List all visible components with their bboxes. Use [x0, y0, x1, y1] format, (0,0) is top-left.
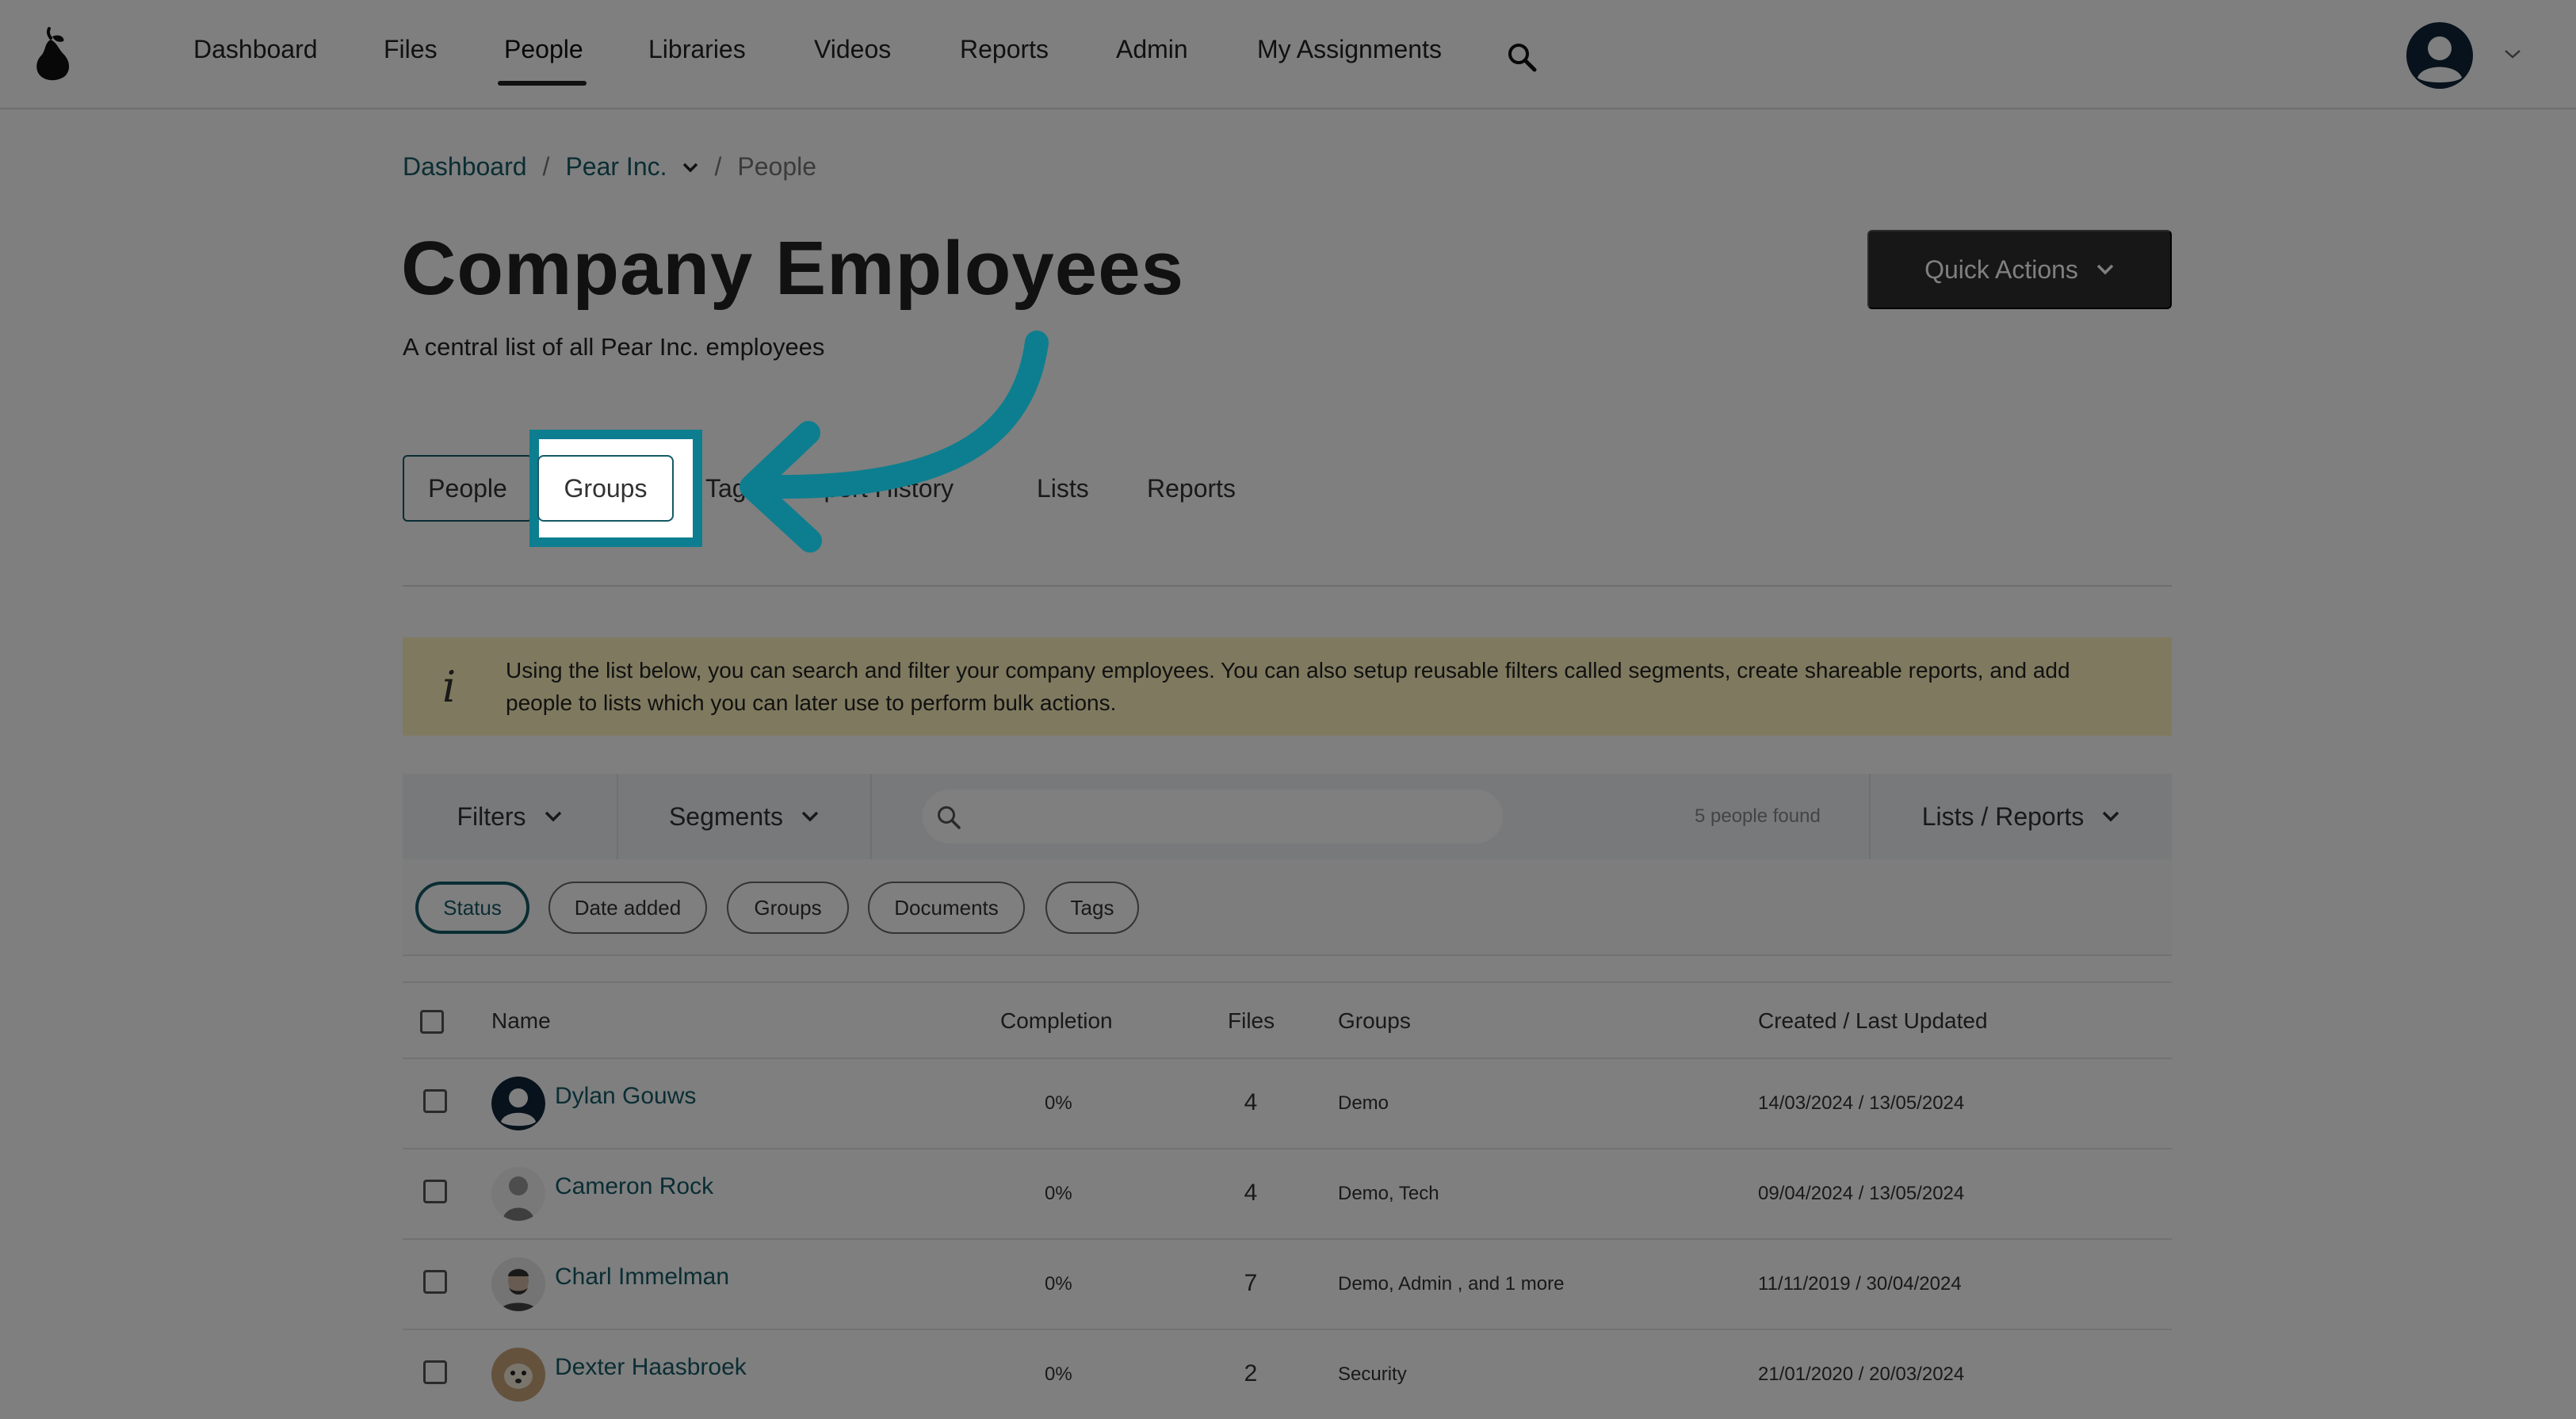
column-completion[interactable]: Completion	[1000, 1008, 1113, 1034]
dates-value: 09/04/2024 / 13/05/2024	[1758, 1183, 1965, 1204]
tab-groups[interactable]: Groups	[537, 455, 674, 522]
chevron-down-icon	[2096, 264, 2114, 275]
search-icon	[938, 806, 961, 829]
nav-dashboard[interactable]: Dashboard	[193, 35, 318, 64]
table-header: Name Completion Files Groups Created / L…	[403, 981, 2172, 1059]
pointer-arrow-icon	[740, 331, 1049, 553]
results-count: 5 people found	[1695, 805, 1821, 827]
segments-dropdown[interactable]: Segments	[618, 774, 870, 859]
person-name-link[interactable]: Charl Immelman	[555, 1264, 729, 1291]
segments-label: Segments	[668, 801, 784, 831]
select-all-checkbox[interactable]	[420, 1010, 444, 1034]
quick-actions-button[interactable]: Quick Actions	[1867, 230, 2172, 309]
chevron-down-icon	[801, 811, 819, 822]
nav-videos[interactable]: Videos	[814, 35, 891, 64]
chevron-down-icon[interactable]	[682, 162, 699, 173]
breadcrumb: Dashboard / Pear Inc. / People	[403, 152, 816, 182]
nav-reports[interactable]: Reports	[960, 35, 1049, 64]
dates-value: 14/03/2024 / 13/05/2024	[1758, 1092, 1965, 1114]
avatar-icon	[491, 1077, 545, 1130]
groups-value: Demo, Admin , and 1 more	[1338, 1273, 1565, 1295]
avatar-icon	[491, 1257, 545, 1311]
files-count: 2	[1244, 1360, 1258, 1386]
row-checkbox[interactable]	[423, 1180, 447, 1203]
chip-groups[interactable]: Groups	[727, 882, 849, 934]
column-files[interactable]: Files	[1228, 1008, 1275, 1034]
groups-value: Demo	[1338, 1092, 1389, 1114]
person-name-link[interactable]: Dylan Gouws	[555, 1083, 696, 1110]
column-groups[interactable]: Groups	[1338, 1008, 1411, 1034]
user-avatar-icon[interactable]	[2406, 22, 2473, 89]
breadcrumb-separator: /	[714, 152, 722, 181]
completion-value: 0%	[1045, 1364, 1072, 1385]
avatar-icon	[491, 1348, 545, 1402]
completion-value: 0%	[1045, 1092, 1072, 1114]
column-created-updated[interactable]: Created / Last Updated	[1758, 1008, 1988, 1034]
pear-logo-icon[interactable]	[32, 27, 71, 81]
chip-tags[interactable]: Tags	[1045, 882, 1139, 934]
filters-label: Filters	[457, 801, 526, 831]
dates-value: 21/01/2020 / 20/03/2024	[1758, 1364, 1965, 1385]
filter-chips: Status Date added Groups Documents Tags	[403, 859, 2172, 956]
files-count: 4	[1244, 1180, 1258, 1206]
person-name-link[interactable]: Dexter Haasbroek	[555, 1354, 747, 1381]
files-count: 4	[1244, 1089, 1258, 1115]
divider	[403, 585, 2172, 587]
search-icon[interactable]	[1506, 41, 1538, 73]
filter-toolbar: Filters Segments 5 people found Lists / …	[403, 774, 2172, 859]
quick-actions-label: Quick Actions	[1924, 254, 2078, 284]
tab-people[interactable]: People	[403, 455, 533, 522]
top-navigation: Dashboard Files People Libraries Videos …	[0, 0, 2576, 109]
column-name[interactable]: Name	[491, 1008, 551, 1034]
info-text: Using the list below, you can search and…	[506, 658, 2070, 715]
nav-admin[interactable]: Admin	[1116, 35, 1188, 64]
nav-files[interactable]: Files	[384, 35, 438, 64]
lists-reports-label: Lists / Reports	[1921, 801, 2085, 831]
chevron-down-icon	[545, 811, 561, 822]
nav-active-indicator	[498, 81, 587, 86]
groups-value: Demo, Tech	[1338, 1183, 1439, 1204]
completion-value: 0%	[1045, 1183, 1072, 1204]
info-banner: i Using the list below, you can search a…	[403, 637, 2172, 736]
files-count: 7	[1244, 1270, 1258, 1296]
row-checkbox[interactable]	[423, 1270, 447, 1294]
table-row[interactable]: Cameron Rock 0% 4 Demo, Tech 09/04/2024 …	[403, 1149, 2172, 1240]
page-title: Company Employees	[401, 226, 1184, 311]
info-icon: i	[442, 661, 457, 712]
tab-reports[interactable]: Reports	[1147, 455, 1236, 522]
breadcrumb-separator: /	[542, 152, 550, 181]
chip-date-added[interactable]: Date added	[548, 882, 707, 934]
table-row[interactable]: Charl Immelman 0% 7 Demo, Admin , and 1 …	[403, 1240, 2172, 1330]
breadcrumb-org[interactable]: Pear Inc.	[565, 152, 667, 182]
filters-dropdown[interactable]: Filters	[403, 774, 617, 859]
completion-value: 0%	[1045, 1273, 1072, 1295]
breadcrumb-dashboard[interactable]: Dashboard	[403, 152, 527, 182]
dates-value: 11/11/2019 / 30/04/2024	[1758, 1273, 1962, 1295]
groups-value: Security	[1338, 1364, 1407, 1385]
nav-libraries[interactable]: Libraries	[648, 35, 746, 64]
person-name-link[interactable]: Cameron Rock	[555, 1173, 713, 1200]
row-checkbox[interactable]	[423, 1089, 447, 1113]
avatar-icon	[491, 1167, 545, 1221]
chevron-down-icon[interactable]	[2503, 48, 2522, 60]
chip-status[interactable]: Status	[415, 882, 529, 934]
nav-people[interactable]: People	[504, 35, 583, 64]
people-search-input[interactable]	[923, 790, 1503, 843]
lists-reports-dropdown[interactable]: Lists / Reports	[1871, 774, 2172, 859]
row-checkbox[interactable]	[423, 1360, 447, 1384]
chevron-down-icon	[2103, 811, 2119, 822]
chip-documents[interactable]: Documents	[868, 882, 1025, 934]
breadcrumb-current: People	[737, 152, 817, 181]
table-row[interactable]: Dexter Haasbroek 0% 2 Security 21/01/202…	[403, 1330, 2172, 1419]
toolbar-divider	[870, 774, 872, 859]
nav-my-assignments[interactable]: My Assignments	[1257, 35, 1442, 64]
table-row[interactable]: Dylan Gouws 0% 4 Demo 14/03/2024 / 13/05…	[403, 1059, 2172, 1149]
